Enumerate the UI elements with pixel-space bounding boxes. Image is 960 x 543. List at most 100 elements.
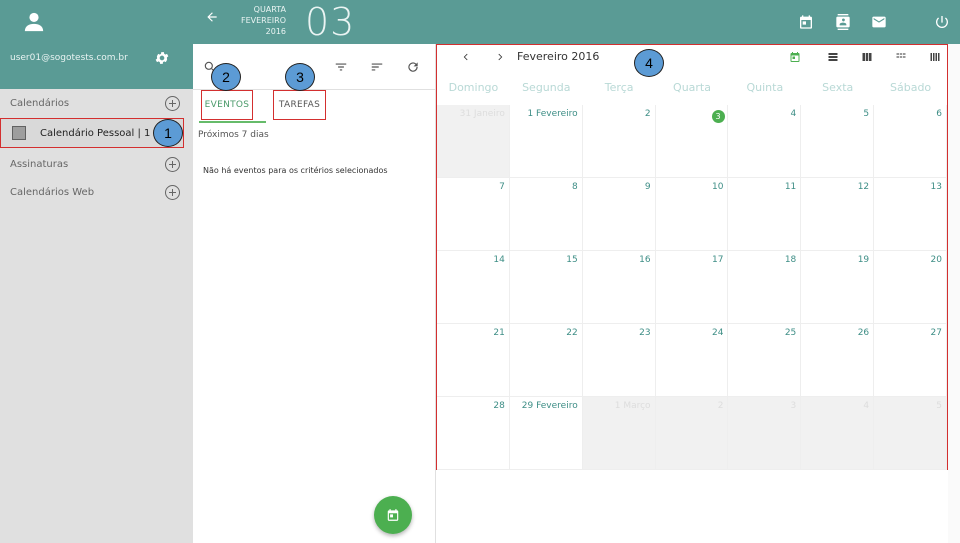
tab-eventos[interactable]: EVENTOS [201,90,253,120]
day-number: 6 [936,109,942,119]
day-cell[interactable]: 28 [437,397,510,470]
day-number: 13 [930,182,942,192]
tab-tarefas[interactable]: TAREFAS [273,90,326,120]
day-cell[interactable]: 1 Março [582,397,656,470]
day-number: 15 [566,255,578,265]
day-cell[interactable]: 1 Fevereiro [509,105,583,178]
day-number: 17 [711,255,724,265]
day-cell[interactable]: 25 [728,324,802,397]
refresh-icon[interactable] [406,60,420,74]
day-cell[interactable]: 21 [437,324,510,397]
user-icon[interactable] [23,11,45,33]
day-number: 1 Fevereiro [527,109,578,119]
calendar-color-checkbox[interactable] [12,126,26,140]
empty-message: Não há eventos para os critérios selecio… [203,166,388,175]
current-date: QUARTA FEVEREIRO 2016 [233,4,286,37]
day-cell[interactable]: 15 [509,251,583,324]
day-number: 1 Março [614,401,651,411]
prev-month-icon[interactable] [461,51,471,63]
day-number: 10 [711,182,724,192]
day-cell[interactable]: 3 [728,397,802,470]
add-subscription-icon[interactable] [165,157,180,172]
day-cell[interactable]: 7 [437,178,510,251]
day-cell[interactable]: 5 [801,105,875,178]
filter-icon[interactable] [334,60,348,74]
today-icon[interactable] [789,51,801,63]
date-year: 2016 [265,27,286,36]
scrollbar[interactable] [948,44,960,543]
month-view-icon[interactable] [895,51,907,63]
day-number: 2 [717,401,724,411]
sidebar-header: user01@sogotests.com.br [0,0,193,89]
day-number: 19 [857,255,870,265]
day-cell[interactable]: 23 [582,324,656,397]
day-cell[interactable]: 19 [801,251,875,324]
calendar-item-label: Calendário Pessoal | 1 [40,127,151,139]
section-label: Calendários [10,97,70,109]
day-number: 26 [857,328,870,338]
day-cell[interactable]: 4 [728,105,802,178]
event-list-pane: EVENTOS TAREFAS Próximos 7 dias Não há e… [193,44,436,543]
day-cell[interactable]: 2 [655,397,729,470]
day-cell[interactable]: 14 [437,251,510,324]
day-cell[interactable]: 6 [874,105,947,178]
sidebar-section-assinaturas: Assinaturas [0,150,193,178]
day-number: 28 [493,401,505,411]
day-number: 9 [644,182,651,192]
day-cell[interactable]: 26 [801,324,875,397]
day-cell[interactable]: 29 Fevereiro [509,397,583,470]
contacts-icon[interactable] [835,14,851,30]
day-cell[interactable]: 4 [801,397,875,470]
day-number: 25 [784,328,797,338]
day-cell[interactable]: 9 [582,178,656,251]
day-cell[interactable]: 12 [801,178,875,251]
day-cell[interactable]: 5 [874,397,947,470]
weekday-label: Terça [604,81,634,94]
day-cell[interactable]: 13 [874,178,947,251]
day-cell[interactable]: 2 [582,105,656,178]
day-cell[interactable]: 16 [582,251,656,324]
day-cell[interactable]: 10 [655,178,729,251]
add-calendar-icon[interactable] [165,96,180,111]
weekday-label: Domingo [448,81,499,94]
mail-icon[interactable] [871,14,887,30]
gear-icon[interactable] [154,50,170,66]
weekday-label: Sexta [822,81,854,94]
day-cell[interactable]: 18 [728,251,802,324]
calendar-grid: 31 Janeiro 1 Fevereiro 2 3 4 5 6 7 8 9 10 11 12 13 14 1… [437,105,947,470]
day-number: 29 Fevereiro [521,401,578,411]
day-cell[interactable]: 8 [509,178,583,251]
range-label: Próximos 7 dias [198,130,269,140]
day-cell[interactable]: 24 [655,324,729,397]
day-cell[interactable]: 27 [874,324,947,397]
day-cell[interactable]: 11 [728,178,802,251]
calendar-app-icon[interactable] [798,14,814,30]
day-view-icon[interactable] [827,51,839,63]
add-web-calendar-icon[interactable] [165,185,180,200]
month-title: Fevereiro 2016 [517,50,600,63]
day-number: 20 [930,255,942,265]
day-cell[interactable]: 31 Janeiro [437,105,510,178]
week-view-icon[interactable] [861,51,873,63]
day-number: 7 [499,182,505,192]
day-cell[interactable]: 17 [655,251,729,324]
day-cell[interactable]: 20 [874,251,947,324]
multicolumn-view-icon[interactable] [929,51,941,63]
weekday-label: Quinta [746,81,784,94]
today-day-number: 3 [711,110,725,123]
sort-icon[interactable] [370,60,384,74]
day-number: 24 [711,328,724,338]
day-number: 11 [784,182,797,192]
new-event-button[interactable] [374,496,412,534]
weekday-header: Domingo Segunda Terça Quarta Quinta Sext… [437,75,947,101]
power-icon[interactable] [934,14,950,30]
sidebar-section-web: Calendários Web [0,178,193,206]
next-month-icon[interactable] [495,51,505,63]
day-number: 22 [566,328,578,338]
day-cell[interactable]: 3 [655,105,729,178]
top-bar: QUARTA FEVEREIRO 2016 03 [193,0,960,44]
month-calendar: Fevereiro 2016 Domingo Segunda Terça Qua… [436,44,948,470]
active-tab-indicator [199,121,266,123]
back-arrow-icon[interactable] [205,10,219,24]
day-cell[interactable]: 22 [509,324,583,397]
